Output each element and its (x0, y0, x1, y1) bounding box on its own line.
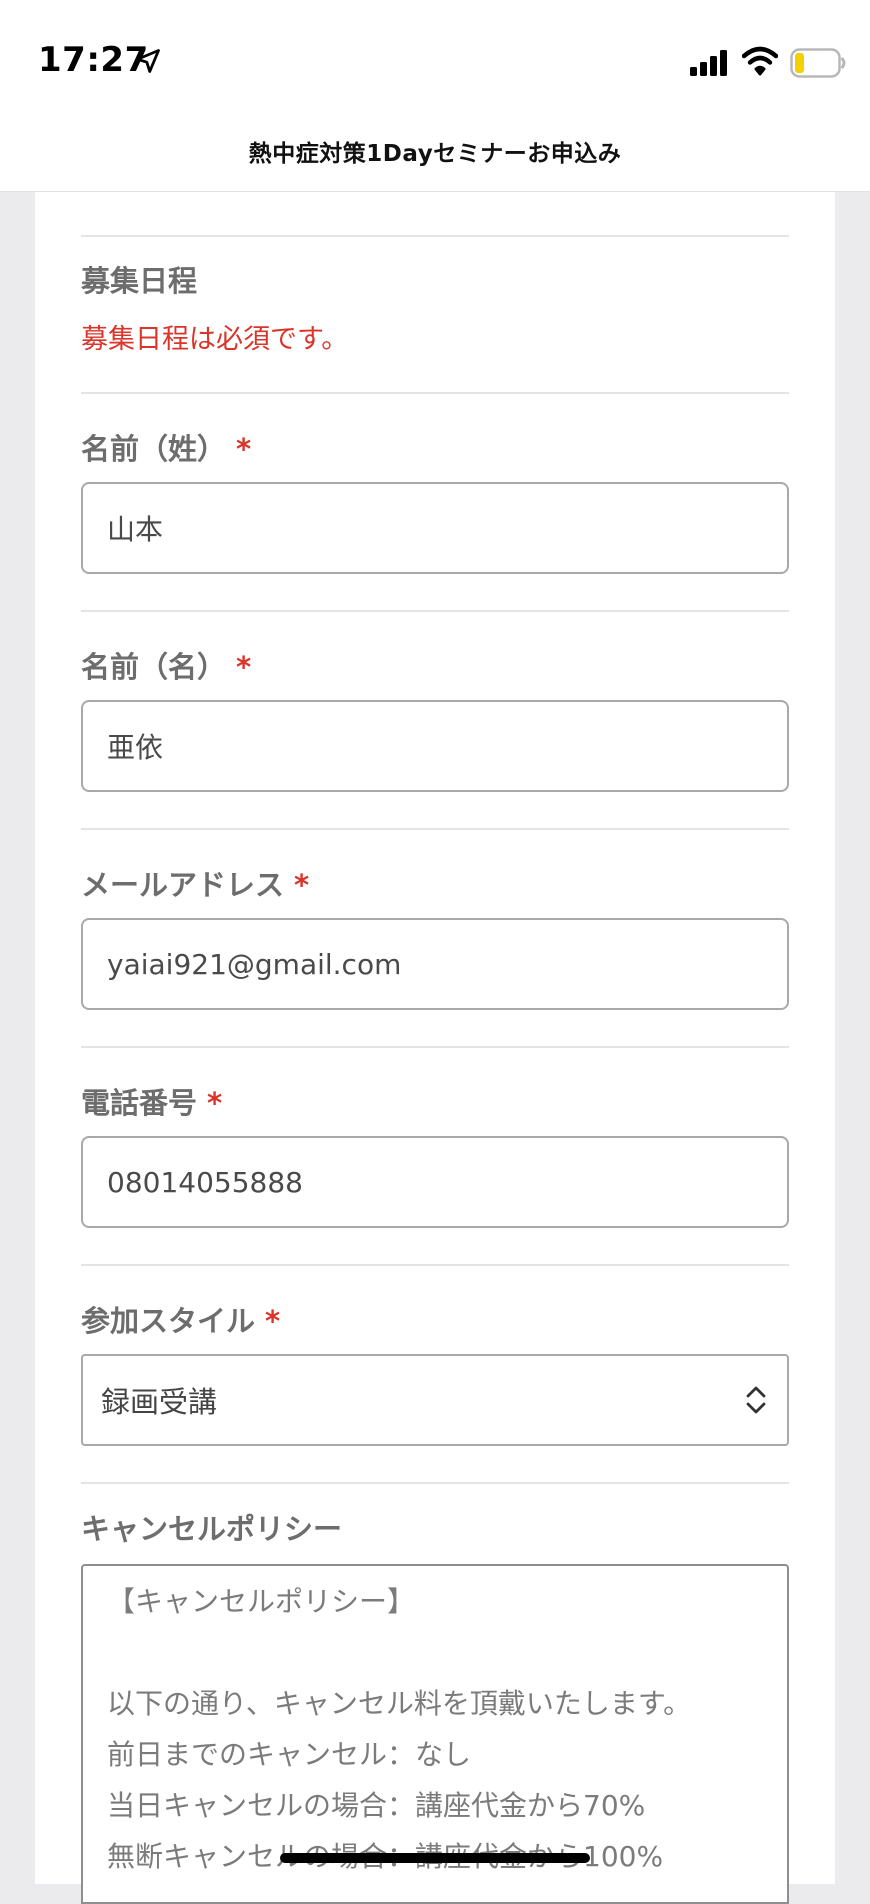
divider (81, 235, 789, 237)
policy-line (107, 1627, 787, 1678)
phone-label: 電話番号 * (81, 1086, 223, 1120)
divider (81, 828, 789, 830)
participation-style-label: 参加スタイル * (81, 1304, 281, 1338)
nav-bar: 熱中症対策1Dayセミナーお申込み (0, 110, 870, 192)
divider (81, 1264, 789, 1266)
participation-style-select[interactable]: 録画受講 (81, 1354, 789, 1446)
divider (81, 1482, 789, 1484)
battery-low-icon (790, 48, 846, 78)
cellular-signal-icon (690, 50, 727, 76)
last-name-label: 名前（姓） * (81, 432, 252, 466)
first-name-label: 名前（名） * (81, 650, 252, 684)
policy-line: 【キャンセルポリシー】 (107, 1585, 416, 1618)
first-name-input[interactable]: 亜依 (81, 700, 789, 792)
last-name-value: 山本 (107, 513, 164, 546)
required-mark: * (236, 432, 252, 466)
policy-line: 当日キャンセルの場合：講座代金から70% (107, 1789, 646, 1822)
schedule-error-message: 募集日程は必須です。 (81, 324, 349, 355)
form-card: 募集日程 募集日程は必須です。 名前（姓） * 山本 名前（名） * 亜依 メールア… (35, 192, 835, 1904)
policy-line: 前日までのキャンセル：なし (107, 1738, 472, 1771)
page-title: 熱中症対策1Dayセミナーお申込み (248, 140, 622, 167)
participation-style-value: 録画受講 (101, 1385, 218, 1419)
required-mark: * (207, 1086, 223, 1120)
divider (81, 1046, 789, 1048)
required-mark: * (294, 868, 310, 902)
last-name-input[interactable]: 山本 (81, 482, 789, 574)
cancel-policy-label: キャンセルポリシー (81, 1512, 343, 1546)
required-mark: * (265, 1304, 281, 1338)
email-input[interactable]: yaiai921@gmail.com (81, 918, 789, 1010)
status-bar: 17:27 (0, 0, 870, 110)
email-label: メールアドレス * (81, 868, 310, 902)
required-mark: * (236, 650, 252, 684)
status-time: 17:27 (38, 40, 149, 80)
wifi-icon (742, 46, 778, 76)
phone-value: 08014055888 (107, 1165, 303, 1199)
divider (81, 392, 789, 394)
policy-line: 以下の通り、キャンセル料を頂戴いたします。 (107, 1687, 692, 1720)
email-value: yaiai921@gmail.com (107, 947, 402, 981)
phone-input[interactable]: 08014055888 (81, 1136, 789, 1228)
divider (81, 610, 789, 612)
location-arrow-icon (136, 49, 160, 73)
home-indicator[interactable] (280, 1853, 590, 1863)
chevron-up-down-icon (746, 1386, 766, 1414)
first-name-value: 亜依 (107, 731, 164, 764)
schedule-label: 募集日程 (81, 264, 198, 298)
